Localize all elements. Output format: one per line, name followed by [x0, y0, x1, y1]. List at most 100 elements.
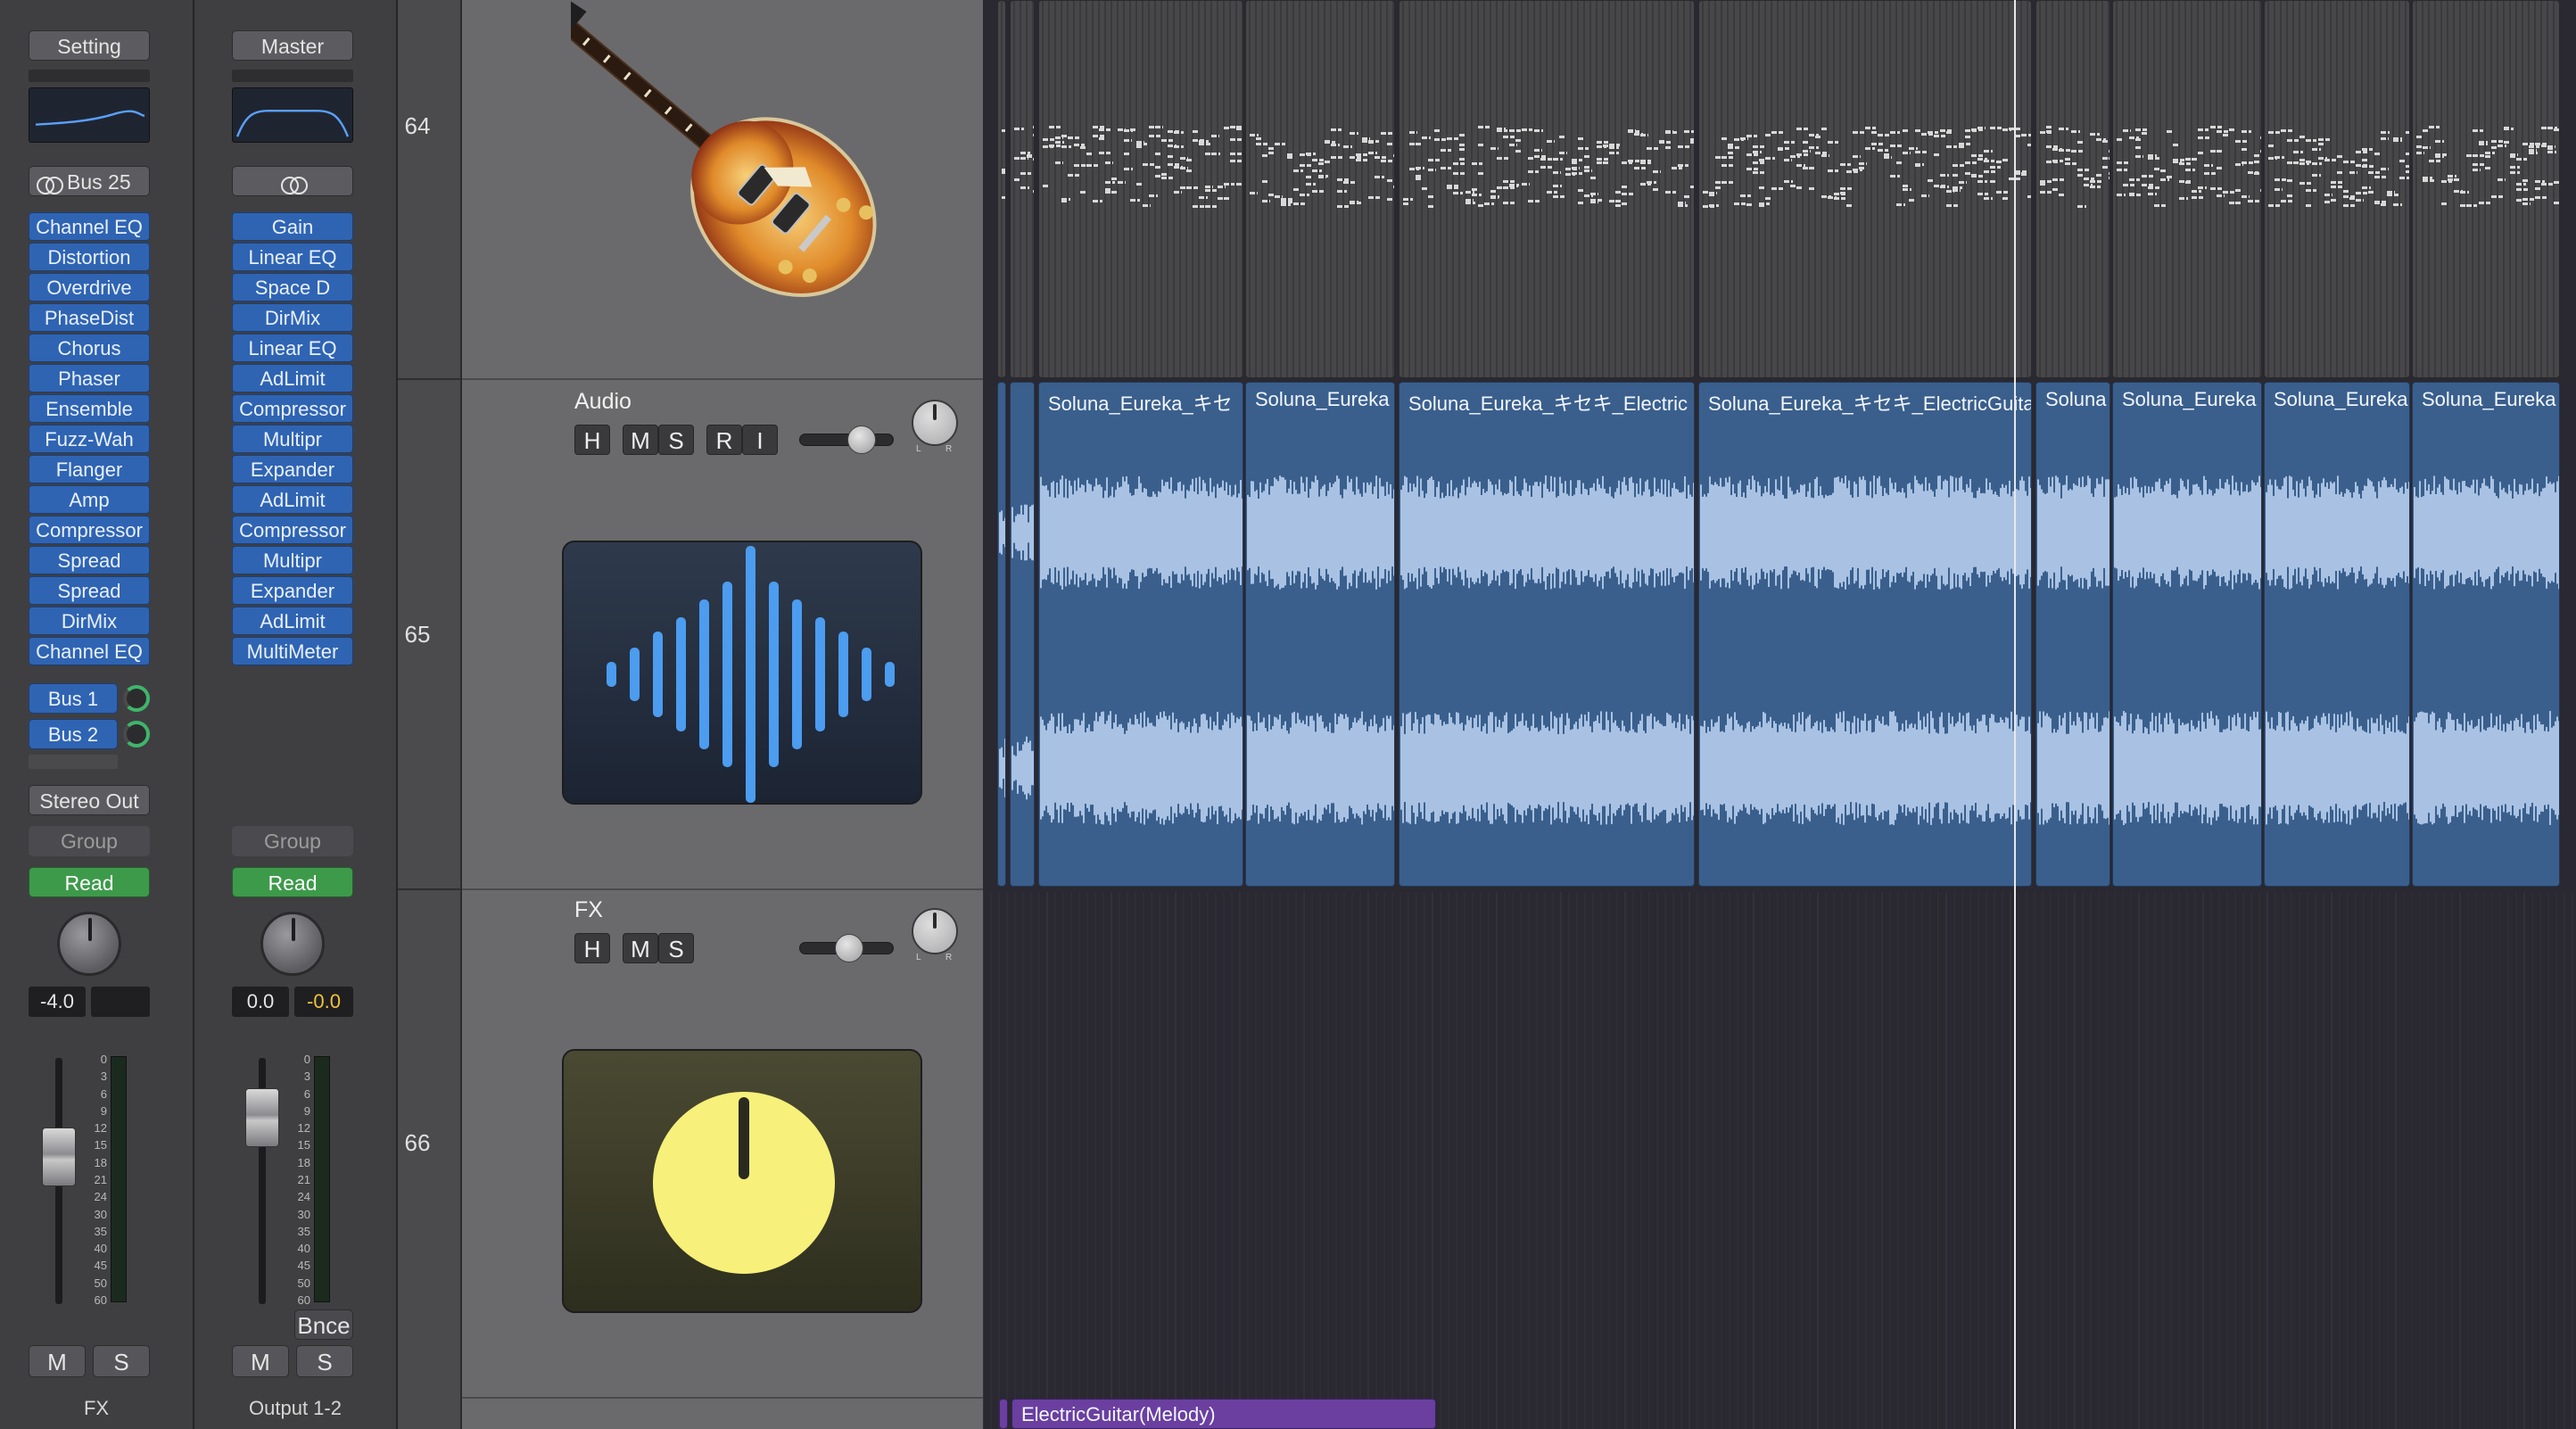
region-marker[interactable] [999, 1399, 1008, 1429]
plugin-slot[interactable]: Chorus [29, 334, 150, 362]
volume-fader[interactable] [245, 1088, 279, 1147]
audio-region[interactable]: Soluna_Eureka_キセキ_Electric [1399, 382, 1695, 887]
plugin-slot[interactable]: Compressor [232, 516, 353, 544]
audio-region[interactable]: Soluna_Eureka [2112, 382, 2262, 887]
volume-slider-thumb[interactable] [847, 425, 876, 454]
audio-region[interactable]: Soluna_Eureka [2412, 382, 2560, 887]
strip-name[interactable]: Output 1-2 [194, 1397, 396, 1420]
plugin-slot[interactable]: Overdrive [29, 273, 150, 301]
hide-button[interactable]: H [574, 425, 610, 455]
midi-region[interactable] [1010, 0, 1035, 378]
eq-thumbnail[interactable] [232, 87, 353, 143]
solo-button[interactable]: S [658, 425, 694, 455]
mute-button[interactable]: M [623, 425, 658, 455]
midi-region[interactable] [1698, 0, 2032, 378]
audio-region[interactable]: Soluna [2035, 382, 2110, 887]
track-lane-66[interactable] [983, 892, 2576, 1397]
plugin-slot[interactable]: Expander [232, 576, 353, 605]
midi-region[interactable] [2412, 0, 2560, 378]
eq-thumbnail[interactable] [29, 87, 150, 143]
plugin-slot[interactable]: Ensemble [29, 394, 150, 423]
midi-region[interactable] [2264, 0, 2410, 378]
plugin-slot[interactable]: Channel EQ [29, 637, 150, 665]
midi-region[interactable] [1038, 0, 1243, 378]
send-bus-1[interactable]: Bus 1 [29, 683, 118, 714]
midi-region[interactable] [997, 0, 1006, 378]
track-name[interactable]: Audio [574, 389, 632, 415]
plugin-slot[interactable]: Distortion [29, 243, 150, 271]
audio-region[interactable] [1010, 382, 1035, 887]
plugin-slot[interactable]: Amp [29, 485, 150, 514]
empty-send-slot[interactable] [29, 755, 118, 769]
track-volume-slider[interactable] [799, 434, 894, 446]
plugin-slot[interactable]: AdLimit [232, 485, 353, 514]
plugin-slot[interactable]: Phaser [29, 364, 150, 392]
record-enable-button[interactable]: R [706, 425, 742, 455]
midi-region[interactable] [1399, 0, 1695, 378]
plugin-slot[interactable]: Multipr [232, 425, 353, 453]
mute-button[interactable]: M [623, 933, 658, 963]
automation-read-button[interactable]: Read [232, 867, 353, 897]
plugin-slot[interactable]: Linear EQ [232, 243, 353, 271]
volume-value[interactable]: 0.0 [232, 987, 289, 1017]
bus-input-button[interactable]: Bus 25 [29, 166, 150, 196]
audio-region[interactable]: Soluna_Eureka [1245, 382, 1395, 887]
plugin-slot[interactable]: Compressor [232, 394, 353, 423]
midi-region[interactable] [1245, 0, 1395, 378]
playhead[interactable] [2014, 0, 2016, 1429]
strip-name[interactable]: FX [0, 1397, 193, 1420]
audio-region[interactable]: Soluna_Eureka_キセ [1038, 382, 1243, 887]
plugin-slot[interactable]: AdLimit [232, 364, 353, 392]
automation-read-button[interactable]: Read [29, 867, 150, 897]
plugin-slot[interactable]: Channel EQ [29, 212, 150, 241]
solo-button[interactable]: S [93, 1345, 150, 1377]
arrange-area[interactable]: Soluna_Eureka_キセ Soluna_Eureka Soluna_Eure… [983, 0, 2576, 1429]
mute-button[interactable]: M [29, 1345, 86, 1377]
audio-region[interactable]: Soluna_Eureka_キセキ_ElectricGuita [1698, 382, 2032, 887]
hide-button[interactable]: H [574, 933, 610, 963]
link-button[interactable] [232, 166, 353, 196]
plugin-slot[interactable]: DirMix [29, 607, 150, 635]
plugin-slot[interactable]: Spread [29, 576, 150, 605]
plugin-slot[interactable]: Linear EQ [232, 334, 353, 362]
solo-button[interactable]: S [658, 933, 694, 963]
midi-region[interactable] [2035, 0, 2110, 378]
solo-button[interactable]: S [296, 1345, 353, 1377]
volume-value[interactable]: -4.0 [29, 987, 86, 1017]
send-level-knob[interactable] [123, 685, 150, 712]
midi-region[interactable] [2112, 0, 2262, 378]
group-button[interactable]: Group [29, 826, 150, 856]
setting-button[interactable]: Master [232, 30, 353, 61]
audio-region[interactable] [997, 382, 1006, 887]
mute-button[interactable]: M [232, 1345, 289, 1377]
volume-fader[interactable] [42, 1128, 76, 1186]
track-lane-65[interactable]: Soluna_Eureka_キセ Soluna_Eureka Soluna_Eure… [983, 382, 2576, 888]
output-button[interactable]: Stereo Out [29, 785, 150, 815]
plugin-slot[interactable]: Compressor [29, 516, 150, 544]
pan-knob[interactable] [57, 912, 121, 976]
plugin-slot[interactable]: Fuzz-Wah [29, 425, 150, 453]
track-pan-knob[interactable] [912, 908, 958, 954]
plugin-slot[interactable]: Space D [232, 273, 353, 301]
plugin-slot[interactable]: PhaseDist [29, 303, 150, 332]
setting-button[interactable]: Setting [29, 30, 150, 61]
audio-region[interactable]: Soluna_Eureka [2264, 382, 2410, 887]
track-pan-knob[interactable] [912, 400, 958, 446]
guitar-icon[interactable] [525, 0, 919, 357]
track-lane-64[interactable] [983, 0, 2576, 378]
plugin-slot[interactable]: AdLimit [232, 607, 353, 635]
plugin-slot[interactable]: DirMix [232, 303, 353, 332]
waveform-icon[interactable] [562, 541, 922, 805]
midi-region[interactable]: ElectricGuitar(Melody) [1011, 1399, 1436, 1429]
volume-slider-thumb[interactable] [835, 934, 863, 962]
plugin-slot[interactable]: MultiMeter [232, 637, 353, 665]
bounce-button[interactable]: Bnce [294, 1309, 353, 1340]
plugin-slot[interactable]: Spread [29, 546, 150, 574]
send-level-knob[interactable] [123, 721, 150, 748]
group-button[interactable]: Group [232, 826, 353, 856]
input-monitor-button[interactable]: I [742, 425, 778, 455]
knob-icon[interactable] [562, 1049, 922, 1313]
plugin-slot[interactable]: Flanger [29, 455, 150, 483]
balance-knob[interactable] [260, 912, 325, 976]
plugin-slot[interactable]: Expander [232, 455, 353, 483]
